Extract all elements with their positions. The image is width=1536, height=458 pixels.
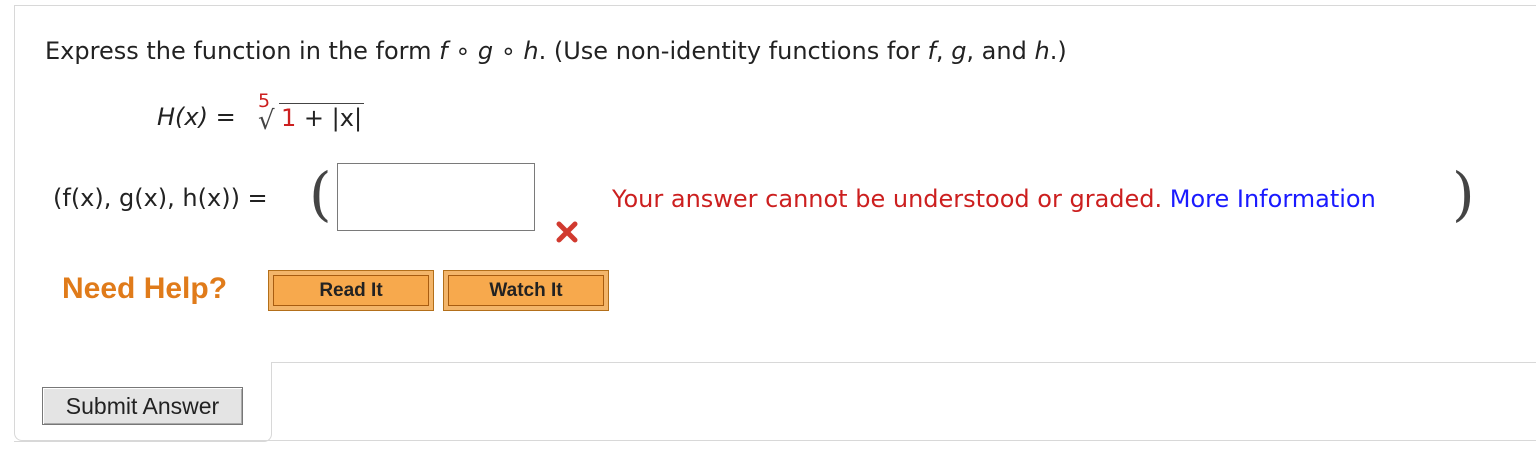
formula-lhs: H(x) [157, 103, 208, 131]
read-it-button[interactable]: Read It [268, 270, 434, 311]
need-help-label: Need Help? [62, 272, 228, 305]
function-formula: H(x) = 5 √ 1 + |x| [157, 90, 365, 136]
error-message: Your answer cannot be understood or grad… [612, 185, 1376, 213]
paren-open: ( [309, 160, 332, 228]
more-information-link[interactable]: More Information [1170, 185, 1376, 213]
divider [271, 362, 1536, 363]
radical-icon: √ [258, 106, 275, 136]
watch-it-button[interactable]: Watch It [443, 270, 609, 311]
radicand: 1 + |x| [279, 103, 365, 132]
submit-answer-button[interactable]: Submit Answer [42, 387, 243, 425]
paren-close: ) [1452, 160, 1475, 228]
composition-lhs: (f(x), g(x), h(x)) = [53, 184, 268, 212]
answer-input[interactable] [337, 163, 535, 231]
x-mark-icon [556, 221, 578, 243]
question-text: Express the function in the form f ∘ g ∘… [45, 37, 1067, 65]
